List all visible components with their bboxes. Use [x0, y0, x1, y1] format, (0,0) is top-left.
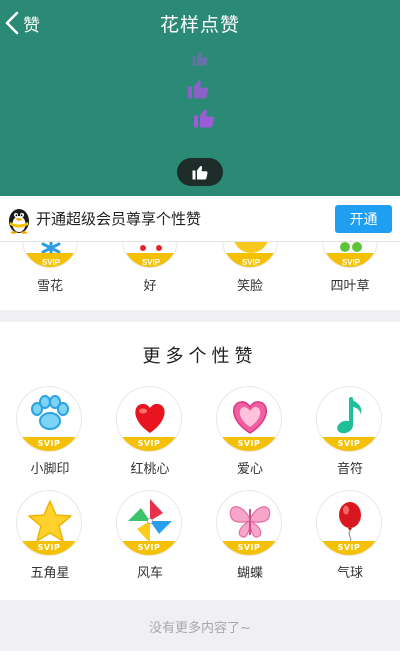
- svg-text:SVIP: SVIP: [42, 258, 61, 267]
- item-label: 爱心: [236, 462, 263, 477]
- item-label: 五角星: [30, 566, 70, 581]
- thumbs-up-icon: [192, 166, 208, 180]
- like-style-item[interactable]: SVIP 红桃心: [100, 386, 200, 486]
- top-item-label: 四叶草: [330, 279, 370, 294]
- item-label: 风车: [136, 566, 163, 581]
- item-label: 小脚印: [30, 462, 70, 477]
- balloon-icon: SVIP: [316, 490, 382, 556]
- paw-print-icon: SVIP: [16, 386, 82, 452]
- snowflake-icon[interactable]: SVIP: [22, 242, 78, 268]
- like-style-item[interactable]: SVIP 气球: [300, 490, 400, 590]
- pink-heart-icon: SVIP: [216, 386, 282, 452]
- top-like-section: SVIP 雪花 SVIP 好 SVIP 笑脸 SVIP 四叶草: [0, 242, 400, 310]
- item-label: 音符: [336, 462, 363, 477]
- svip-badge: SVIP: [217, 541, 281, 555]
- item-label: 红桃心: [130, 462, 170, 477]
- good-icon[interactable]: SVIP: [122, 242, 178, 268]
- svg-text:SVIP: SVIP: [142, 258, 161, 267]
- preview-header: 赞 花样点赞: [0, 0, 400, 196]
- svg-text:SVIP: SVIP: [242, 258, 261, 267]
- svip-badge: SVIP: [217, 437, 281, 451]
- end-of-list-text: 没有更多内容了~: [149, 621, 251, 636]
- svg-text:SVIP: SVIP: [342, 258, 361, 267]
- top-item-label: 笑脸: [236, 279, 263, 294]
- open-svip-button[interactable]: 开通: [335, 204, 392, 233]
- more-likes-section: 更多个性赞 SVIP 小脚印 SVIP 红桃心 SVIP 爱心 SVIP 音符 …: [0, 322, 400, 600]
- like-style-item[interactable]: SVIP 爱心: [200, 386, 300, 486]
- qq-penguin-icon: [9, 208, 29, 234]
- floating-thumb-icon: [191, 48, 209, 68]
- clover-icon[interactable]: SVIP: [322, 242, 378, 268]
- like-style-item[interactable]: SVIP 音符: [300, 386, 400, 486]
- svip-badge: SVIP: [117, 541, 181, 555]
- smiley-icon[interactable]: SVIP: [222, 242, 278, 268]
- svip-badge: SVIP: [317, 437, 381, 451]
- svip-badge: SVIP: [317, 541, 381, 555]
- svip-badge: SVIP: [17, 437, 81, 451]
- like-style-item[interactable]: SVIP 五角星: [0, 490, 100, 590]
- section-title: 更多个性赞: [142, 346, 258, 367]
- like-button[interactable]: [177, 158, 223, 186]
- like-style-item[interactable]: SVIP 蝴蝶: [200, 490, 300, 590]
- floating-thumb-icon: [186, 76, 210, 101]
- like-style-item[interactable]: SVIP 小脚印: [0, 386, 100, 486]
- item-label: 气球: [336, 566, 363, 581]
- star-icon: SVIP: [16, 490, 82, 556]
- svip-promo-banner: 开通超级会员尊享个性赞 开通: [0, 196, 400, 242]
- item-label: 蝴蝶: [236, 566, 263, 581]
- butterfly-icon: SVIP: [216, 490, 282, 556]
- like-style-item[interactable]: SVIP 风车: [100, 490, 200, 590]
- floating-thumb-icon: [192, 105, 216, 130]
- pinwheel-icon: SVIP: [116, 490, 182, 556]
- music-note-icon: SVIP: [316, 386, 382, 452]
- page-title: 花样点赞: [159, 14, 240, 36]
- svip-badge: SVIP: [17, 541, 81, 555]
- top-item-label: 雪花: [36, 279, 63, 294]
- banner-text: 开通超级会员尊享个性赞: [36, 210, 202, 228]
- top-item-label: 好: [143, 279, 157, 294]
- svip-badge: SVIP: [117, 437, 181, 451]
- red-heart-icon: SVIP: [116, 386, 182, 452]
